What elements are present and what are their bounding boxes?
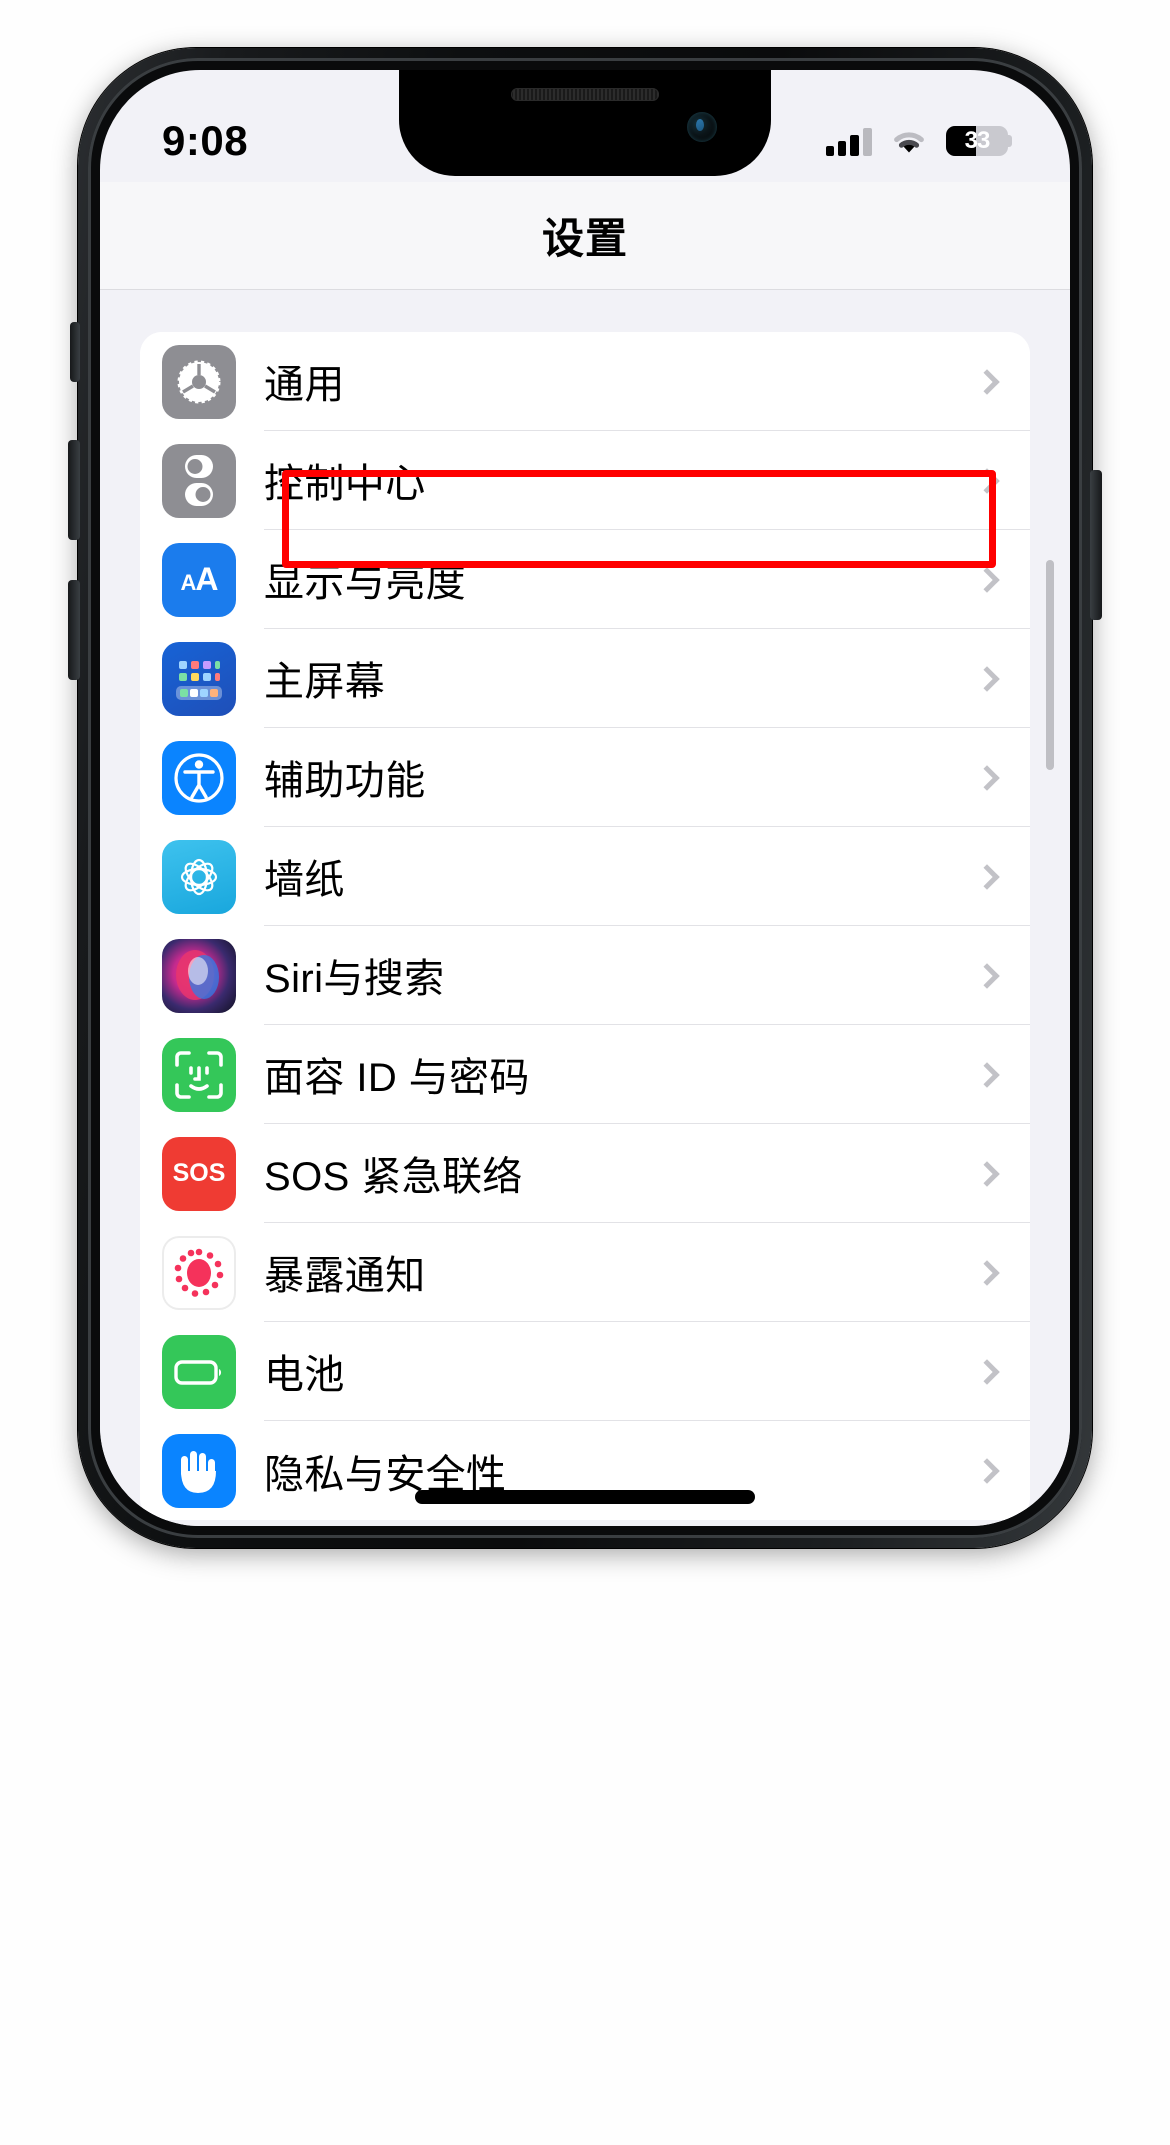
settings-row-label: 控制中心 xyxy=(264,431,1030,530)
settings-row-battery[interactable]: 电池 xyxy=(140,1322,1030,1421)
settings-row-accessibility[interactable]: 辅助功能 xyxy=(140,728,1030,827)
settings-row-home-screen[interactable]: 主屏幕 xyxy=(140,629,1030,728)
earpiece-speaker xyxy=(511,88,659,101)
navigation-bar: 设置 xyxy=(100,182,1070,290)
settings-row-label: Siri与搜索 xyxy=(264,926,1030,1025)
wallpaper-icon xyxy=(162,839,236,914)
scrollbar[interactable] xyxy=(1046,560,1054,770)
settings-row-label: 通用 xyxy=(264,332,1030,431)
battery-icon: 33 xyxy=(946,126,1008,156)
settings-row-face-id[interactable]: 面容 ID 与密码 xyxy=(140,1025,1030,1124)
settings-row-siri[interactable]: Siri与搜索 xyxy=(140,926,1030,1025)
settings-group-1: 通用 控制中心 AA 显示与亮度 主屏幕 辅助功能 墙纸 Siri与搜索 面容 … xyxy=(140,332,1030,1520)
wifi-icon xyxy=(889,126,929,156)
volume-down-button[interactable] xyxy=(68,580,80,680)
control-center-icon xyxy=(162,443,236,518)
settings-row-label: 显示与亮度 xyxy=(264,530,1030,629)
settings-row-emergency-sos[interactable]: SOS SOS 紧急联络 xyxy=(140,1124,1030,1223)
battery-percent: 33 xyxy=(964,127,991,154)
settings-row-privacy[interactable]: 隐私与安全性 xyxy=(140,1421,1030,1520)
settings-row-label: 暴露通知 xyxy=(264,1223,1030,1322)
sos-label: SOS xyxy=(172,1159,226,1187)
privacy-security-icon xyxy=(162,1433,236,1508)
page-title: 设置 xyxy=(541,215,628,262)
settings-row-control-center[interactable]: 控制中心 xyxy=(140,431,1030,530)
mute-switch[interactable] xyxy=(70,322,80,382)
settings-row-label: 面容 ID 与密码 xyxy=(264,1025,1030,1124)
face-id-icon xyxy=(162,1037,236,1112)
gear-icon xyxy=(162,344,236,419)
settings-row-label: 辅助功能 xyxy=(264,728,1030,827)
siri-icon xyxy=(162,938,236,1013)
battery-settings-icon xyxy=(162,1334,236,1409)
display-brightness-icon: AA xyxy=(162,542,236,617)
volume-up-button[interactable] xyxy=(68,440,80,540)
settings-row-general[interactable]: 通用 xyxy=(140,332,1030,431)
front-camera-icon xyxy=(687,112,717,142)
settings-row-label: 电池 xyxy=(264,1322,1030,1421)
home-indicator[interactable] xyxy=(415,1490,755,1504)
emergency-sos-icon: SOS xyxy=(162,1136,236,1211)
settings-row-wallpaper[interactable]: 墙纸 xyxy=(140,827,1030,926)
battery-tip xyxy=(1007,135,1012,147)
settings-row-label: 主屏幕 xyxy=(264,629,1030,728)
settings-row-display[interactable]: AA 显示与亮度 xyxy=(140,530,1030,629)
status-time: 9:08 xyxy=(162,117,249,164)
home-screen-icon xyxy=(162,641,236,716)
phone-screen: 9:08 33 设置 通用 控制中心 AA 显示与亮度 主屏幕 辅助功能 墙纸 … xyxy=(100,70,1070,1526)
notch xyxy=(399,70,771,176)
cellular-signal-icon xyxy=(826,126,872,156)
power-button[interactable] xyxy=(1090,470,1102,620)
accessibility-icon xyxy=(162,740,236,815)
settings-list[interactable]: 通用 控制中心 AA 显示与亮度 主屏幕 辅助功能 墙纸 Siri与搜索 面容 … xyxy=(100,290,1070,1526)
exposure-notification-icon xyxy=(162,1235,236,1310)
settings-row-exposure[interactable]: 暴露通知 xyxy=(140,1223,1030,1322)
settings-row-label: SOS 紧急联络 xyxy=(264,1124,1030,1223)
settings-row-label: 墙纸 xyxy=(264,827,1030,926)
settings-row-label: 隐私与安全性 xyxy=(264,1452,507,1497)
screenshot-stage: 9:08 33 设置 通用 控制中心 AA 显示与亮度 主屏幕 辅助功能 墙纸 … xyxy=(0,0,1170,2145)
